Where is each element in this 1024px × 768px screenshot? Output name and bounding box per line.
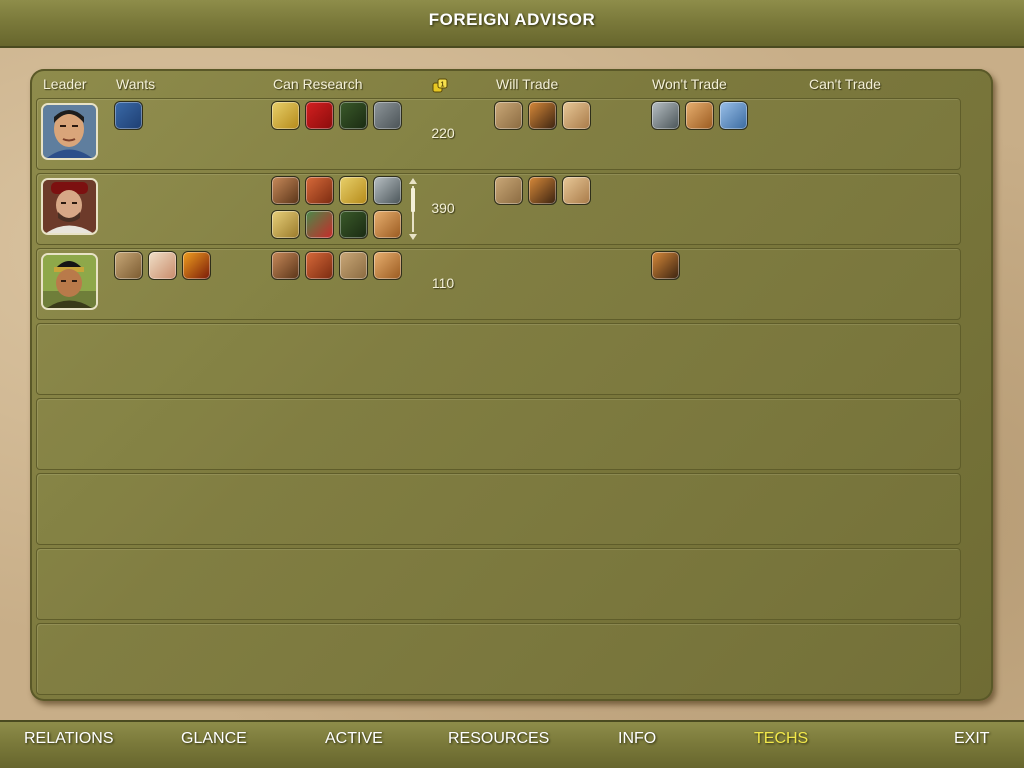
medicine-tech-icon[interactable] bbox=[719, 101, 748, 130]
monarchy-tech-icon[interactable] bbox=[271, 101, 300, 130]
literacy-tech-icon[interactable] bbox=[148, 251, 177, 280]
feudalism-tech-icon[interactable] bbox=[271, 176, 300, 205]
header-can-research: Can Research bbox=[273, 76, 363, 92]
banking-tech-icon[interactable] bbox=[271, 210, 300, 239]
header-will-trade: Will Trade bbox=[496, 76, 559, 92]
title-bar: FOREIGN ADVISOR bbox=[0, 0, 1024, 48]
svg-text:1: 1 bbox=[441, 82, 445, 89]
theology-tech-icon[interactable] bbox=[528, 176, 557, 205]
philosophy-tech-icon[interactable] bbox=[339, 251, 368, 280]
monarchy-tech-icon[interactable] bbox=[339, 176, 368, 205]
gold-amount: 220 bbox=[431, 125, 455, 141]
feudalism-tech-icon[interactable] bbox=[271, 251, 300, 280]
gold-coin-icon: 1 bbox=[432, 78, 448, 93]
nav-resources-button[interactable]: RESOURCES bbox=[448, 730, 549, 748]
empty-row bbox=[36, 623, 961, 695]
astronomy-tech-icon[interactable] bbox=[685, 101, 714, 130]
gold-amount: 110 bbox=[431, 275, 455, 291]
metallurgy-tech-icon[interactable] bbox=[182, 251, 211, 280]
header-wants: Wants bbox=[116, 76, 156, 92]
theory-of-gravity-tech-icon[interactable] bbox=[373, 176, 402, 205]
nav-relations-button[interactable]: RELATIONS bbox=[24, 730, 114, 748]
gold-amount: 390 bbox=[431, 200, 455, 216]
nav-techs-button[interactable]: TECHS bbox=[754, 730, 808, 748]
engineering-tech-icon[interactable] bbox=[114, 251, 143, 280]
theology-tech-icon[interactable] bbox=[651, 251, 680, 280]
screen-title: FOREIGN ADVISOR bbox=[428, 10, 596, 29]
research-scrollbar[interactable] bbox=[409, 178, 417, 240]
navigation-tech-icon[interactable] bbox=[373, 101, 402, 130]
sanitation-tech-icon[interactable] bbox=[562, 101, 591, 130]
philosophy-tech-icon[interactable] bbox=[494, 101, 523, 130]
empty-row bbox=[36, 398, 961, 470]
theology-tech-icon[interactable] bbox=[528, 101, 557, 130]
chivalry-tech-icon[interactable] bbox=[305, 251, 334, 280]
leader-portrait-icon[interactable] bbox=[41, 178, 98, 235]
header-wont-trade: Won't Trade bbox=[652, 76, 727, 92]
empty-row bbox=[36, 323, 961, 395]
astronomy-tech-icon[interactable] bbox=[373, 251, 402, 280]
writing-tech-icon[interactable] bbox=[114, 101, 143, 130]
astronomy-tech-icon[interactable] bbox=[373, 210, 402, 239]
leader-portrait-icon[interactable] bbox=[41, 253, 98, 310]
header-leader: Leader bbox=[43, 76, 87, 92]
chivalry-tech-icon[interactable] bbox=[305, 176, 334, 205]
empty-row bbox=[36, 548, 961, 620]
nav-active-button[interactable]: ACTIVE bbox=[325, 730, 383, 748]
header-cant-trade: Can't Trade bbox=[809, 76, 881, 92]
nav-info-button[interactable]: INFO bbox=[618, 730, 656, 748]
empty-row bbox=[36, 473, 961, 545]
nav-exit-button[interactable]: EXIT bbox=[954, 730, 990, 748]
philosophy-tech-icon[interactable] bbox=[494, 176, 523, 205]
education-tech-icon[interactable] bbox=[305, 210, 334, 239]
invention-tech-icon[interactable] bbox=[339, 101, 368, 130]
sanitation-tech-icon[interactable] bbox=[562, 176, 591, 205]
invention-tech-icon[interactable] bbox=[339, 210, 368, 239]
communism-tech-icon[interactable] bbox=[305, 101, 334, 130]
leader-portrait-icon[interactable] bbox=[41, 103, 98, 160]
nav-glance-button[interactable]: GLANCE bbox=[181, 730, 247, 748]
theory-of-gravity-tech-icon[interactable] bbox=[651, 101, 680, 130]
